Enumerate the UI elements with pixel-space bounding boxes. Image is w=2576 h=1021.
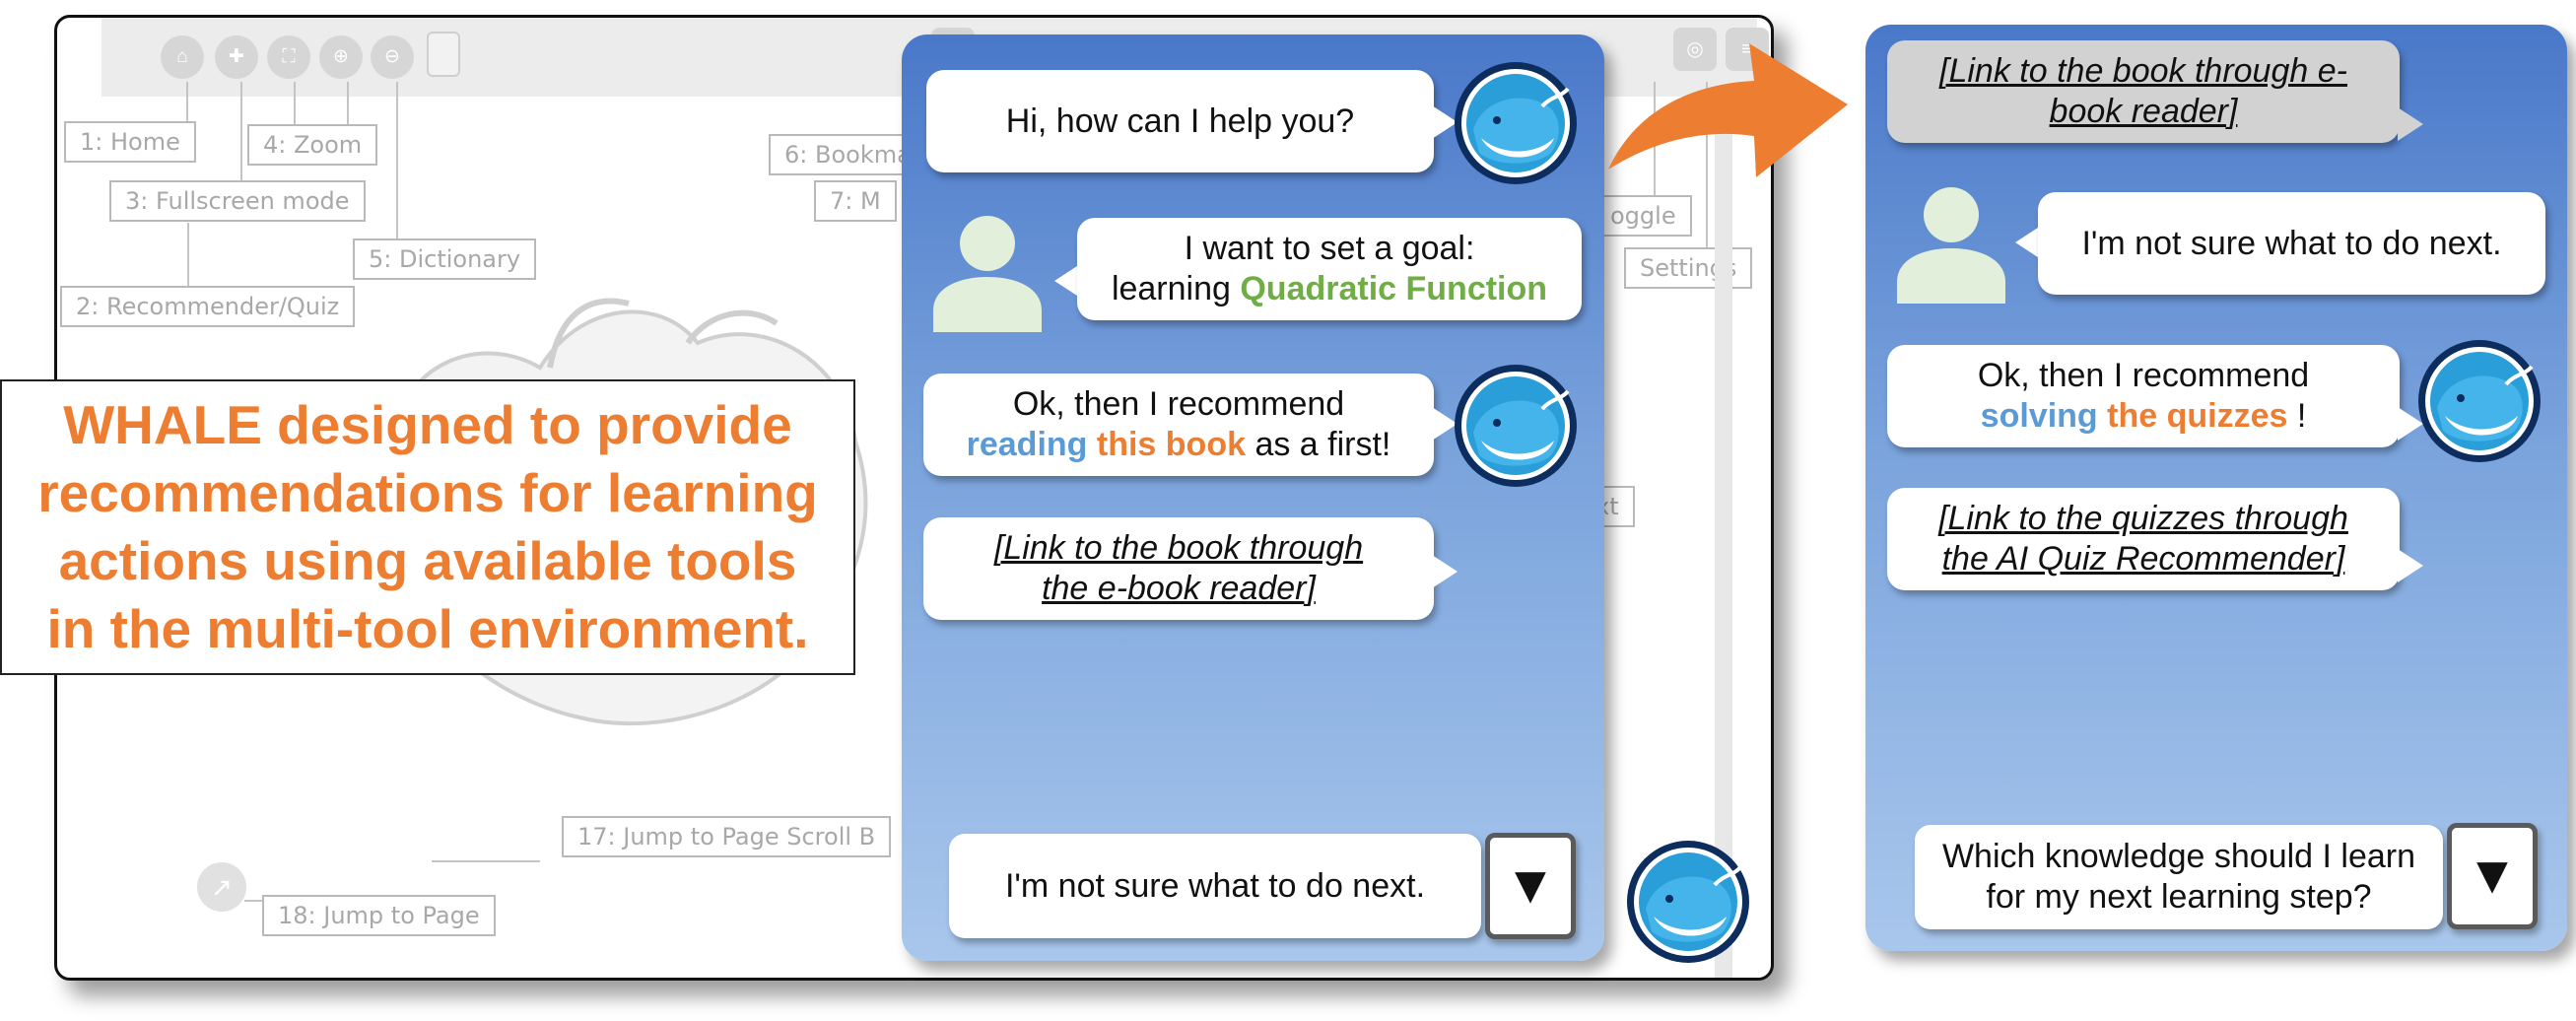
- jump-to-page-icon[interactable]: ↗: [197, 862, 246, 912]
- user-goal-line1: I want to set a goal:: [1184, 230, 1475, 267]
- chat-input-line1: Which knowledge should I learn: [1941, 838, 2416, 875]
- chat-panel-1: Hi, how can I help you? I want to set a …: [902, 34, 1604, 961]
- recommend-suffix: as a first!: [1246, 426, 1391, 463]
- plus-circle-icon[interactable]: ✚: [215, 35, 258, 79]
- chat-panel-2: [Link to the book through e- book reader…: [1865, 25, 2567, 951]
- quiz-link-line1: [Link to the quizzes through: [1938, 500, 2348, 537]
- whale-avatar-icon: [1455, 365, 1577, 487]
- user-avatar-icon: [1897, 187, 2005, 304]
- leader-line: [240, 82, 242, 195]
- transition-arrow: [1608, 43, 1848, 177]
- bubble-tail: [2398, 549, 2423, 582]
- bot-message-text: Hi, how can I help you?: [1005, 102, 1355, 140]
- recommend-suffix: !: [2287, 397, 2307, 435]
- book-link[interactable]: [Link to the book through e- book reader…: [1887, 40, 2400, 143]
- bot-recommend-line1: Ok, then I recommend: [1012, 385, 1345, 423]
- caption-box: WHALE designed to provide recommendation…: [0, 379, 855, 675]
- annotation-seventh: 7: M: [814, 180, 897, 222]
- leader-line: [396, 82, 398, 259]
- chat-input-text: I'm not sure what to do next.: [1004, 866, 1426, 905]
- user-goal-line2: learning Quadratic Function: [1112, 269, 1547, 309]
- zoom-in-icon[interactable]: ⊕: [319, 35, 363, 79]
- send-button[interactable]: ▼: [2447, 823, 2538, 929]
- annotation-home: 1: Home: [64, 121, 196, 163]
- annotation-recommender: 2: Recommender/Quiz: [60, 286, 356, 327]
- user-goal-prefix: learning: [1111, 270, 1241, 307]
- user-avatar-icon: [933, 216, 1042, 332]
- action-highlight: reading: [966, 426, 1088, 463]
- fullscreen-icon[interactable]: ⛶: [267, 35, 310, 79]
- book-link-line2: book reader]: [2049, 93, 2238, 130]
- bubble-tail: [2398, 107, 2423, 141]
- annotation-fullscreen: 3: Fullscreen mode: [109, 180, 366, 222]
- book-link-line1: [Link to the book through: [993, 529, 1364, 567]
- action-highlight: solving: [1980, 397, 2098, 435]
- book-link-line2: the e-book reader]: [1042, 570, 1316, 607]
- annotation-jump-scroll: 17: Jump to Page Scroll B: [562, 816, 892, 857]
- bot-message-recommend: Ok, then I recommend reading this book a…: [923, 374, 1434, 476]
- bubble-tail: [1432, 555, 1457, 588]
- bot-message-greeting: Hi, how can I help you?: [926, 70, 1434, 172]
- book-link[interactable]: [Link to the book through the e-book rea…: [923, 517, 1434, 620]
- user-message-text: I'm not sure what to do next.: [2081, 224, 2502, 262]
- annotation-jump-page: 18: Jump to Page: [262, 895, 496, 936]
- user-message: I'm not sure what to do next.: [2038, 192, 2545, 295]
- annotation-zoom: 4: Zoom: [247, 124, 378, 166]
- tool-highlight: the quizzes: [2107, 397, 2288, 435]
- home-icon[interactable]: ⌂: [161, 35, 204, 79]
- bot-message-recommend: Ok, then I recommend solving the quizzes…: [1887, 345, 2400, 447]
- caption-text: WHALE designed to provide recommendation…: [37, 394, 818, 659]
- chat-input[interactable]: Which knowledge should I learn for my ne…: [1915, 825, 2443, 929]
- chat-input-line2: for my next learning step?: [1986, 878, 2372, 916]
- chat-input[interactable]: I'm not sure what to do next.: [949, 834, 1481, 938]
- goal-topic-highlight: Quadratic Function: [1240, 270, 1548, 307]
- tool-highlight: this book: [1096, 426, 1246, 463]
- whale-avatar-icon: [1455, 62, 1577, 184]
- whale-avatar-icon: [2418, 340, 2541, 462]
- send-button[interactable]: ▼: [1485, 833, 1576, 939]
- annotation-toggle: oggle: [1594, 195, 1692, 237]
- bot-recommend-line2: reading this book as a first!: [967, 425, 1391, 465]
- annotation-settings: Settings: [1624, 247, 1753, 289]
- leader-line: [432, 860, 540, 862]
- whale-launcher-icon[interactable]: [1624, 838, 1752, 966]
- quiz-link[interactable]: [Link to the quizzes through the AI Quiz…: [1887, 488, 2400, 590]
- zoom-out-icon[interactable]: ⊖: [371, 35, 414, 79]
- quiz-link-line2: the AI Quiz Recommender]: [1941, 540, 2345, 578]
- bot-recommend-line1: Ok, then I recommend: [1977, 357, 2310, 394]
- book-link-line1: [Link to the book through e-: [1939, 52, 2347, 90]
- user-message-goal: I want to set a goal: learning Quadratic…: [1077, 218, 1582, 320]
- bot-recommend-line2: solving the quizzes !: [1981, 396, 2307, 437]
- dictionary-icon[interactable]: [427, 32, 460, 77]
